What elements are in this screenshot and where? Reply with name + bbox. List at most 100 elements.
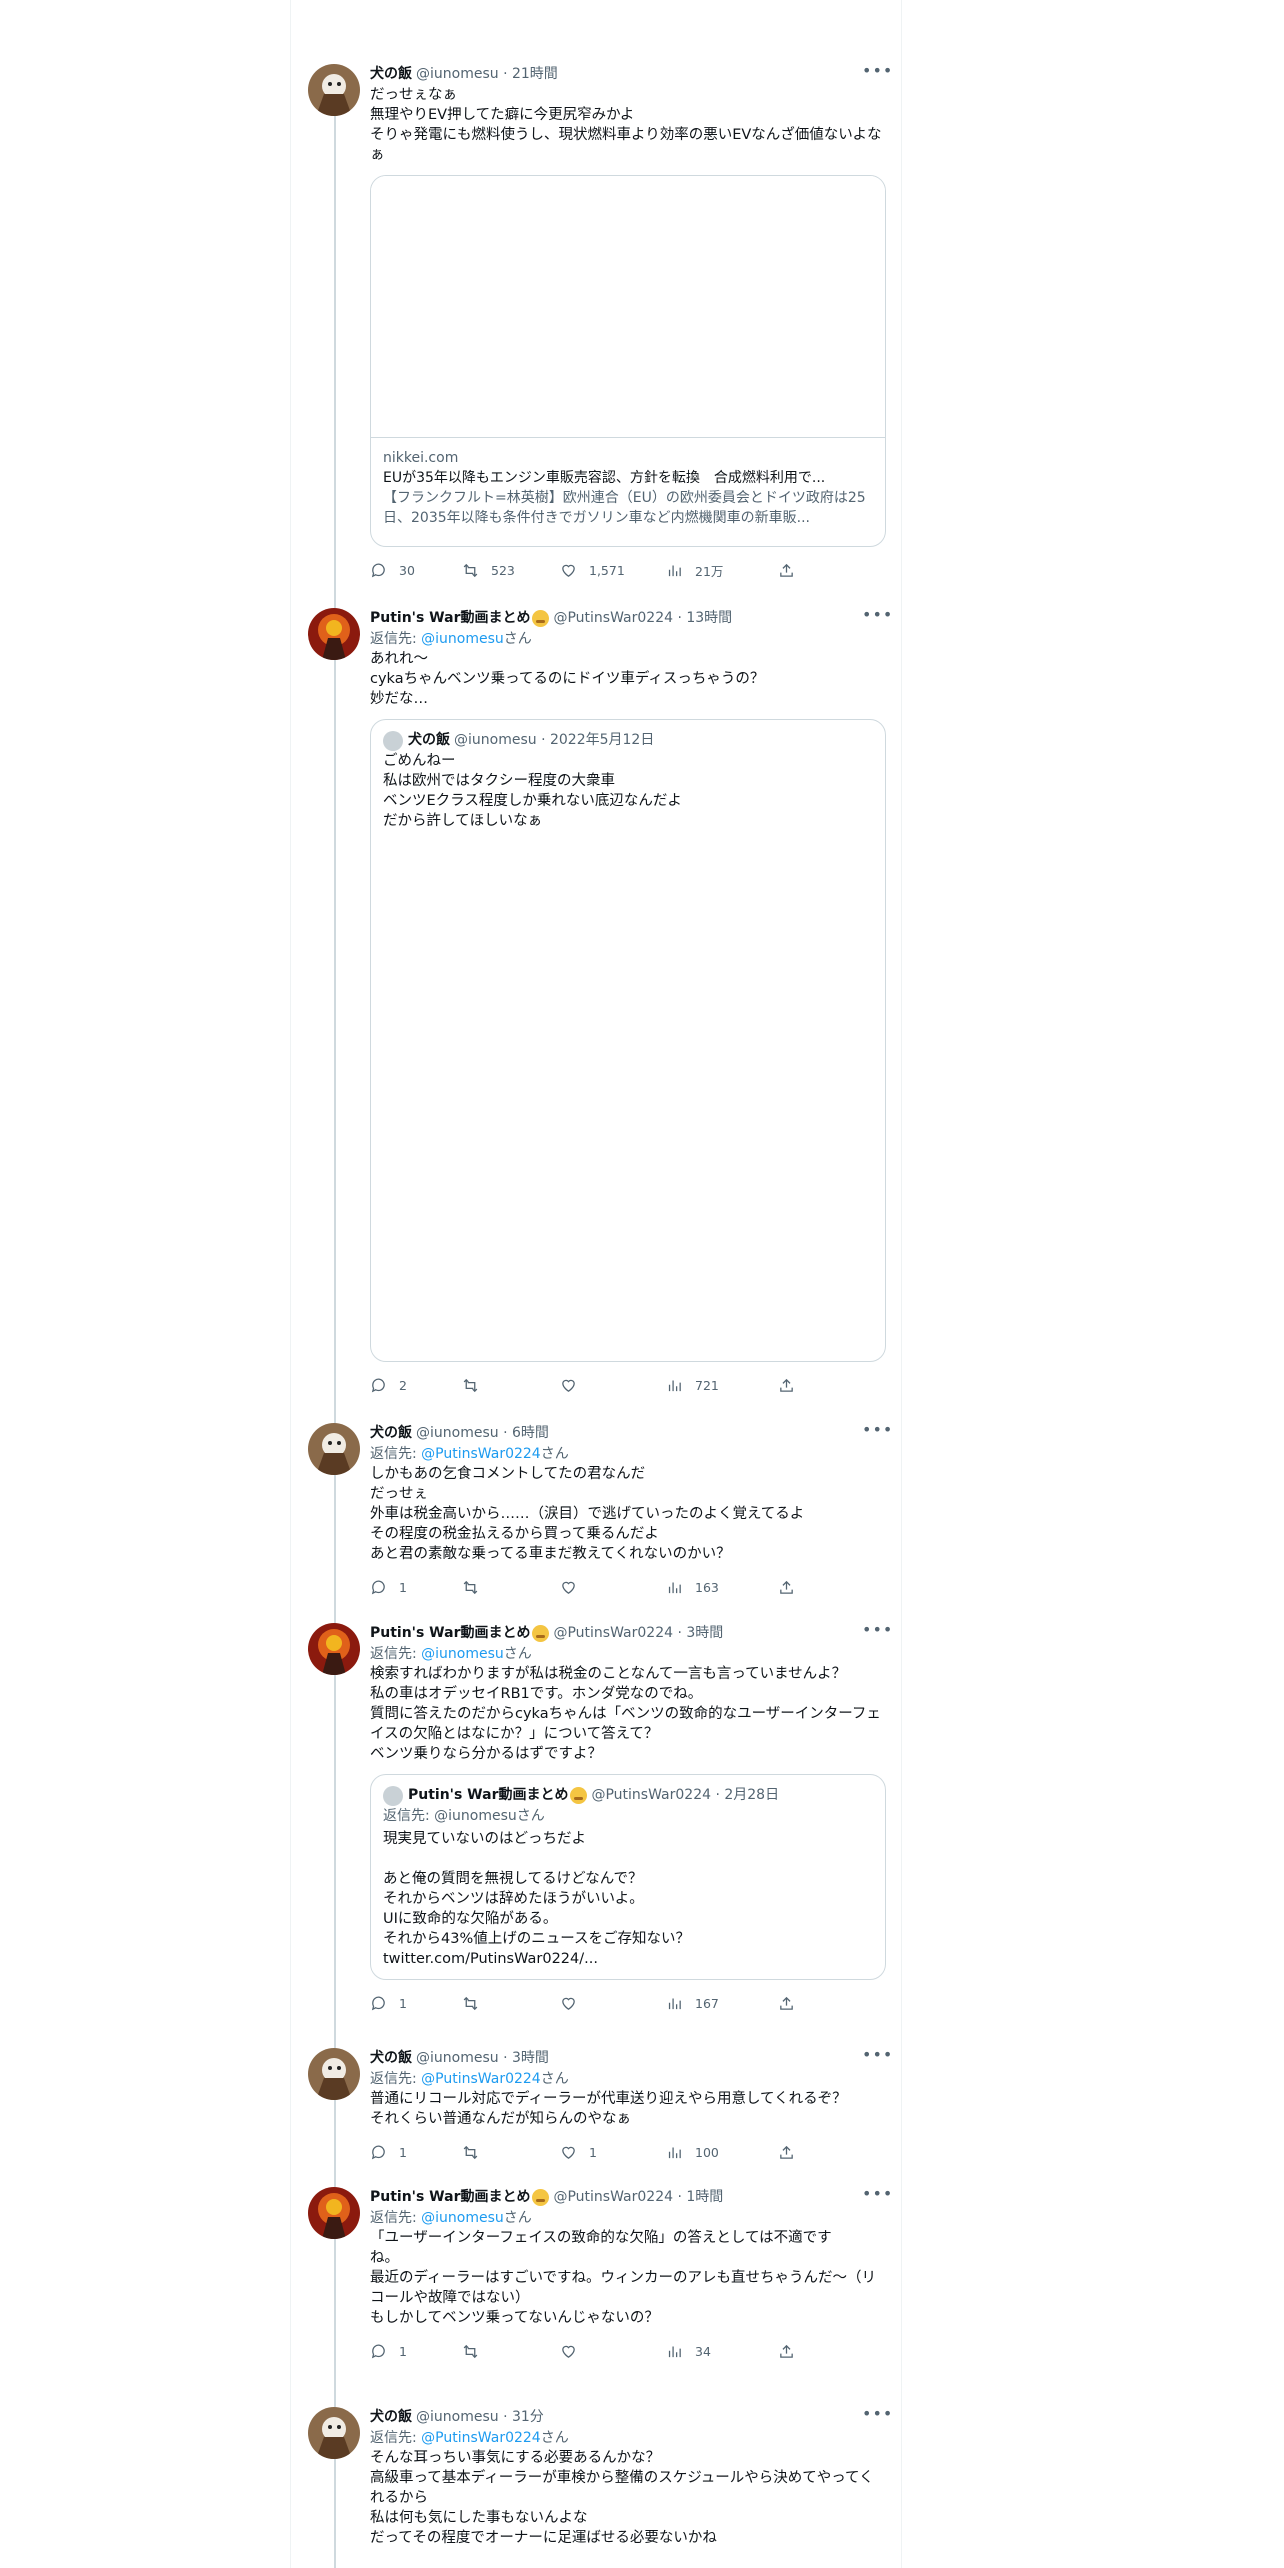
handle-time[interactable]: @iunomesu · 21時間 [416,64,558,85]
quote-text: 現実見ていないのはどっちだよ あと俺の質問を無視してるけどなんで？ それからベン… [383,1831,691,1967]
display-name[interactable]: 犬の飯 [370,1423,412,1444]
like-button[interactable]: 1 [560,2144,666,2161]
like-button[interactable] [560,2343,666,2360]
retweet-button[interactable] [462,2343,560,2360]
emoji-icon [532,2189,550,2206]
views-button[interactable]: 21万 [666,561,778,580]
view-count: 21万 [695,563,724,579]
like-count: 1,571 [589,562,625,578]
reply-count: 1 [399,1579,407,1595]
retweet-button[interactable] [462,2144,560,2161]
reply-button[interactable]: 1 [370,2343,462,2360]
reply-button[interactable]: 1 [370,1579,462,1596]
views-button[interactable]: 163 [666,1579,778,1596]
view-count: 163 [695,1579,719,1595]
reply-suffix: さん [540,2430,569,2446]
handle-time[interactable]: @PutinsWar0224 · 1時間 [553,2187,723,2208]
reply-count: 2 [399,1377,407,1393]
retweet-button[interactable] [462,1995,560,2012]
views-button[interactable]: 34 [666,2343,778,2360]
views-chart-icon [668,1582,681,1593]
tweet-text: 普通にリコール対応でディーラーが代車送り迎えやら用意してくれるぞ？ それくらい普… [370,2091,847,2127]
display-name[interactable]: 犬の飯 [370,64,412,85]
reply-button[interactable]: 1 [370,2144,462,2161]
display-name[interactable]: Putin's War動画まとめ [370,1623,530,1644]
quote-header: 犬の飯 @iunomesu · 2022年5月12日 [383,730,873,751]
avatar[interactable] [308,1623,360,1675]
handle-time[interactable]: @iunomesu · 31分 [416,2407,544,2428]
handle-time[interactable]: @iunomesu · 6時間 [416,1423,549,1444]
reply-context: 返信先: @iunomesuさん [370,629,886,649]
reply-suffix: さん [503,1646,532,1662]
reply-button[interactable]: 30 [370,562,462,579]
handle-time[interactable]: @PutinsWar0224 · 3時間 [553,1623,723,1644]
share-button[interactable] [778,1377,798,1394]
display-name[interactable]: Putin's War動画まとめ [370,608,530,629]
reply-context: 返信先: @iunomesuさん [370,1644,886,1664]
display-name[interactable]: 犬の飯 [370,2048,412,2069]
tweet-header: Putin's War動画まとめ @PutinsWar0224 · 1時間 ••… [370,2186,892,2208]
more-options-icon[interactable]: ••• [862,63,892,85]
quote-avatar [383,1785,403,1806]
avatar[interactable] [308,64,360,116]
tweet-actions: 2 721 [370,1375,886,1395]
reply-icon [371,1378,385,1392]
more-options-icon[interactable]: ••• [862,1422,892,1444]
reply-to-link[interactable]: @PutinsWar0224 [421,2430,541,2446]
avatar[interactable] [308,608,360,660]
share-button[interactable] [778,562,798,579]
view-count: 167 [695,1995,719,2011]
link-card[interactable]: nikkei.com EUが35年以降もエンジン車販売容認、方針を転換 合成燃料… [370,175,886,547]
quote-handle-time: @iunomesu · 2022年5月12日 [454,732,655,748]
retweet-count: 523 [491,562,515,578]
like-button[interactable] [560,1377,666,1394]
like-button[interactable] [560,1995,666,2012]
view-count: 721 [695,1377,719,1393]
retweet-button[interactable]: 523 [462,562,560,579]
share-button[interactable] [778,2343,798,2360]
card-image[interactable] [371,176,885,438]
more-options-icon[interactable]: ••• [862,2406,892,2428]
share-button[interactable] [778,1579,798,1596]
avatar[interactable] [308,1423,360,1475]
reply-button[interactable]: 2 [370,1377,462,1394]
handle-time[interactable]: @iunomesu · 3時間 [416,2048,549,2069]
display-name[interactable]: 犬の飯 [370,2407,412,2428]
reply-to-link[interactable]: @iunomesu [421,1646,504,1662]
emoji-icon [532,610,550,627]
reply-suffix: さん [540,1446,569,1462]
quote-tweet[interactable]: Putin's War動画まとめ @PutinsWar0224 · 2月28日 … [370,1774,886,1980]
like-button[interactable] [560,1579,666,1596]
share-icon [780,1378,793,1392]
quote-tweet[interactable]: 犬の飯 @iunomesu · 2022年5月12日 ごめんねー 私は欧州ではタ… [370,719,886,1362]
reply-suffix: さん [503,631,532,647]
retweet-button[interactable] [462,1579,560,1596]
reply-to-link[interactable]: @iunomesu [421,631,504,647]
tweet-text: そんな耳っちい事気にする必要あるんかな？ 高級車って基本ディーラーが車検から整備… [370,2450,874,2546]
like-button[interactable]: 1,571 [560,562,666,579]
tweet-text: あれれ～ cykaちゃんベンツ乗ってるのにドイツ車ディスっちゃうの？ 妙だな… [370,651,765,707]
share-button[interactable] [778,1995,798,2012]
tweet-actions: 1 167 [370,1993,886,2013]
more-options-icon[interactable]: ••• [862,2186,892,2208]
share-button[interactable] [778,2144,798,2161]
views-button[interactable]: 100 [666,2144,778,2161]
avatar[interactable] [308,2407,360,2459]
reply-to-link[interactable]: @iunomesu [421,2210,504,2226]
tweet-header: 犬の飯 @iunomesu · 31分 ••• [370,2406,892,2428]
more-options-icon[interactable]: ••• [862,607,892,629]
reply-button[interactable]: 1 [370,1995,462,2012]
more-options-icon[interactable]: ••• [862,1622,892,1644]
reply-to-link[interactable]: @PutinsWar0224 [421,1446,541,1462]
quote-header: Putin's War動画まとめ @PutinsWar0224 · 2月28日 [383,1785,873,1806]
handle-time[interactable]: @PutinsWar0224 · 13時間 [553,608,732,629]
avatar[interactable] [308,2187,360,2239]
reply-count: 30 [399,562,415,578]
views-button[interactable]: 167 [666,1995,778,2012]
display-name[interactable]: Putin's War動画まとめ [370,2187,530,2208]
reply-to-link[interactable]: @PutinsWar0224 [421,2071,541,2087]
more-options-icon[interactable]: ••• [862,2047,892,2069]
retweet-button[interactable] [462,1377,560,1394]
avatar[interactable] [308,2048,360,2100]
views-button[interactable]: 721 [666,1377,778,1394]
